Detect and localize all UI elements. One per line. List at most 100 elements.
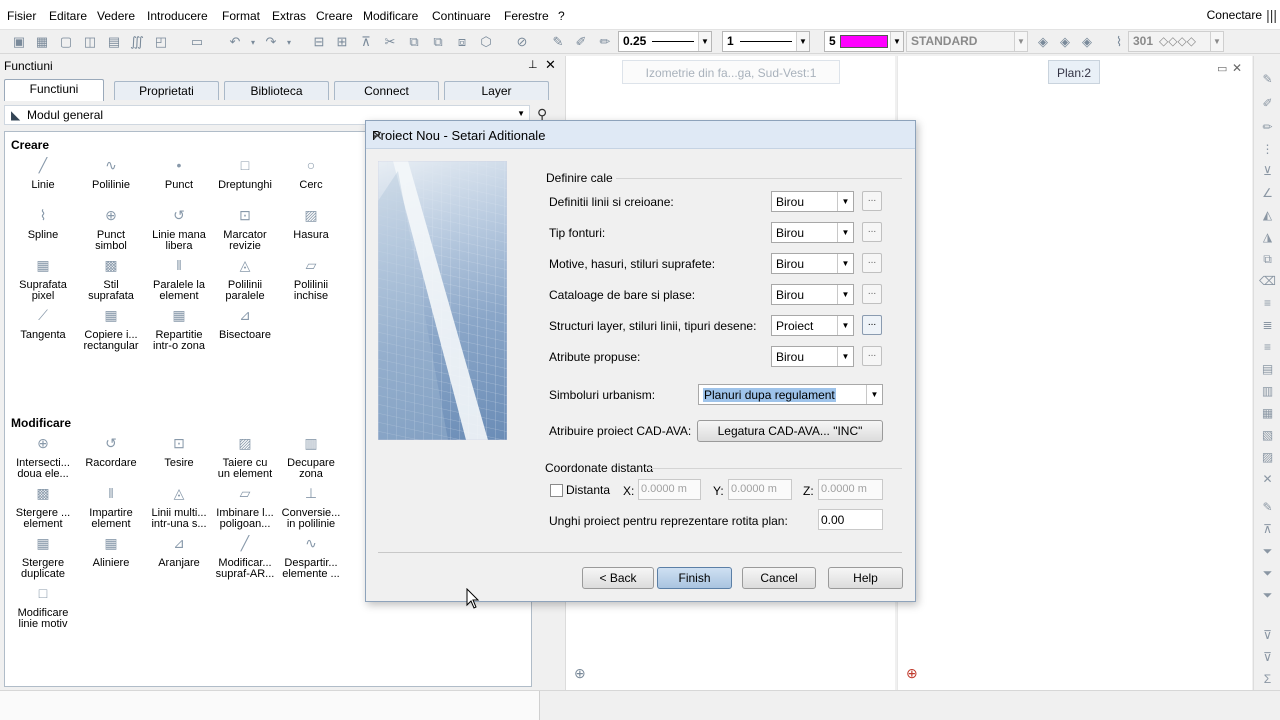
browse-button[interactable]: ... xyxy=(862,191,882,211)
tool-item[interactable]: ⊡ Marcator revizie xyxy=(211,206,279,252)
tool-item[interactable]: ▦ Stergere duplicate xyxy=(9,534,77,580)
menu-introducere[interactable]: Introducere xyxy=(147,9,208,23)
pen-icon[interactable]: ✐ xyxy=(1259,96,1276,113)
urban-select[interactable]: Planuri dupa regulament ▼ xyxy=(698,384,883,405)
tool-item[interactable]: ↺ Racordare xyxy=(77,434,145,469)
clip-icon[interactable]: ◰ xyxy=(152,33,170,51)
cancel-button[interactable]: Cancel xyxy=(742,567,816,589)
tool-item[interactable]: ▥ Decupare zona xyxy=(277,434,345,480)
table-icon[interactable]: ⊞ xyxy=(333,33,351,51)
copy-icon[interactable]: ⧉ xyxy=(1259,252,1276,269)
align-icon[interactable]: ⋮ xyxy=(1259,142,1276,159)
path-row-select[interactable]: Birou ▼ xyxy=(771,253,854,274)
brush-icon[interactable]: ✐ xyxy=(572,33,590,51)
tab-biblioteca[interactable]: Biblioteca xyxy=(224,81,329,100)
tool-item[interactable]: ◬ Linii multi... intr-una s... xyxy=(145,484,213,530)
open-icon[interactable]: ◫ xyxy=(81,33,99,51)
tool-item[interactable]: ▦ Repartitie intr-o zona xyxy=(145,306,213,352)
menu-format[interactable]: Format xyxy=(222,9,260,23)
tool-item[interactable]: • Punct xyxy=(145,156,213,191)
menu-editare[interactable]: Editare xyxy=(49,9,87,23)
browse-button[interactable]: ... xyxy=(862,284,882,304)
tool-item[interactable]: ‖ Impartire element xyxy=(77,484,145,530)
tool-item[interactable]: ⊿ Aranjare xyxy=(145,534,213,569)
funnel3-icon[interactable]: ⏷ xyxy=(1259,588,1276,605)
tool-item[interactable]: ▦ Aliniere xyxy=(77,534,145,569)
path-row-select[interactable]: Birou ▼ xyxy=(771,191,854,212)
angle-input[interactable]: 0.00 xyxy=(818,509,883,530)
pattern-icon[interactable]: ⌇ xyxy=(1110,33,1128,51)
x-input[interactable]: 0.0000 m xyxy=(638,479,701,500)
level-icon[interactable]: ⊼ xyxy=(1259,522,1276,539)
view-plan[interactable] xyxy=(897,56,1252,690)
save-icon[interactable]: ▤ xyxy=(105,33,123,51)
stack-icon[interactable]: ≡ xyxy=(1259,296,1276,313)
pen-thickness-select[interactable]: 0.25 ▼ xyxy=(618,31,712,52)
tool-item[interactable]: ⊿ Bisectoare xyxy=(211,306,279,341)
layer-select[interactable]: 301 ◇◇◇◇ ▼ xyxy=(1128,31,1224,52)
tool-item[interactable]: ⊕ Punct simbol xyxy=(77,206,145,252)
tool-item[interactable]: ⊥ Conversie... in polilinie xyxy=(277,484,345,530)
menu-creare[interactable]: Creare xyxy=(316,9,353,23)
format-icon[interactable]: ⧈ xyxy=(453,33,471,51)
layer-lock-icon[interactable]: ◈ xyxy=(1078,33,1096,51)
tool-item[interactable]: ▦ Copiere i... rectangular xyxy=(77,306,145,352)
tool-item[interactable]: ‖ Paralele la element xyxy=(145,256,213,302)
browse-button[interactable]: ... xyxy=(862,315,882,335)
mirror-icon[interactable]: ◭ xyxy=(1259,208,1276,225)
style-select[interactable]: STANDARD ▼ xyxy=(906,31,1028,52)
angle-icon[interactable]: ∠ xyxy=(1259,186,1276,203)
tool-item[interactable]: ╱ Modificar... supraf-AR... xyxy=(211,534,279,580)
menu-extras[interactable]: Extras xyxy=(272,9,306,23)
tool-item[interactable]: ▩ Stergere ... element xyxy=(9,484,77,530)
tool-item[interactable]: ▩ Stil suprafata xyxy=(77,256,145,302)
y-input[interactable]: 0.0000 m xyxy=(728,479,792,500)
cad-ava-button[interactable]: Legatura CAD-AVA... "INC" xyxy=(697,420,883,442)
menu-continuare[interactable]: Continuare xyxy=(432,9,491,23)
dialog-titlebar[interactable]: Proiect Nou - Setari Aditionale ✕ xyxy=(366,121,915,149)
funnel-icon[interactable]: ⏷ xyxy=(1259,544,1276,561)
menu-ferestre[interactable]: Ferestre xyxy=(504,9,549,23)
filter-icon[interactable]: ⊽ xyxy=(1259,628,1276,645)
tool-item[interactable]: ∿ Polilinie xyxy=(77,156,145,191)
filter2-icon[interactable]: ⊽ xyxy=(1259,650,1276,667)
measure-icon[interactable]: ⊟ xyxy=(310,33,328,51)
redo-icon[interactable]: ↷ xyxy=(262,33,280,51)
chevron-down-icon[interactable]: ▾ xyxy=(244,33,262,51)
color-select[interactable]: 5 ▼ xyxy=(824,31,904,52)
scan-icon[interactable]: ∭ xyxy=(128,33,146,51)
tool-item[interactable]: ○ Cerc xyxy=(277,156,345,191)
browse-button[interactable]: ... xyxy=(862,222,882,242)
back-button[interactable]: < Back xyxy=(582,567,654,589)
stack2-icon[interactable]: ≣ xyxy=(1259,318,1276,335)
tool-item[interactable]: ⊕ Intersecti... doua ele... xyxy=(9,434,77,480)
line-type-select[interactable]: 1 ▼ xyxy=(722,31,810,52)
finish-button[interactable]: Finish xyxy=(657,567,732,589)
cut-icon[interactable]: ✂ xyxy=(381,33,399,51)
tab-proprietati[interactable]: Proprietati xyxy=(114,81,219,100)
brush-icon[interactable]: ✏ xyxy=(1259,120,1276,137)
copy-icon[interactable]: ⧉ xyxy=(405,33,423,51)
grid-icon[interactable]: ▦ xyxy=(33,33,51,51)
crosshair-icon[interactable]: ⊕ xyxy=(906,665,918,682)
view-tab-plan[interactable]: Plan:2 xyxy=(1048,60,1100,84)
menu-fisier[interactable]: Fisier xyxy=(7,9,36,23)
path-row-select[interactable]: Birou ▼ xyxy=(771,346,854,367)
path-row-select[interactable]: Birou ▼ xyxy=(771,284,854,305)
box-icon[interactable]: ▤ xyxy=(1259,362,1276,379)
delete-icon[interactable]: ⌫ xyxy=(1259,274,1276,291)
view-tab-isometric[interactable]: Izometrie din fa...ga, Sud-Vest:1 xyxy=(622,60,840,84)
tool-item[interactable]: ▱ Polilinii inchise xyxy=(277,256,345,302)
tool-item[interactable]: ∿ Despartir... elemente ... xyxy=(277,534,345,580)
tool-item[interactable]: □ Dreptunghi xyxy=(211,156,279,191)
connect-link[interactable]: Conectare xyxy=(1207,8,1262,22)
draw-icon[interactable]: ✎ xyxy=(1259,72,1276,89)
box2-icon[interactable]: ▥ xyxy=(1259,384,1276,401)
paste-icon[interactable]: ⧉ xyxy=(429,33,447,51)
vert-icon[interactable]: ⊻ xyxy=(1259,164,1276,181)
tool-item[interactable]: ◬ Polilinii paralele xyxy=(211,256,279,302)
menu-modificare[interactable]: Modificare xyxy=(363,9,418,23)
pencil-icon[interactable]: ✏ xyxy=(596,33,614,51)
close-icon[interactable]: ✕ xyxy=(1259,472,1276,489)
tab-functiuni[interactable]: Functiuni xyxy=(4,79,104,101)
